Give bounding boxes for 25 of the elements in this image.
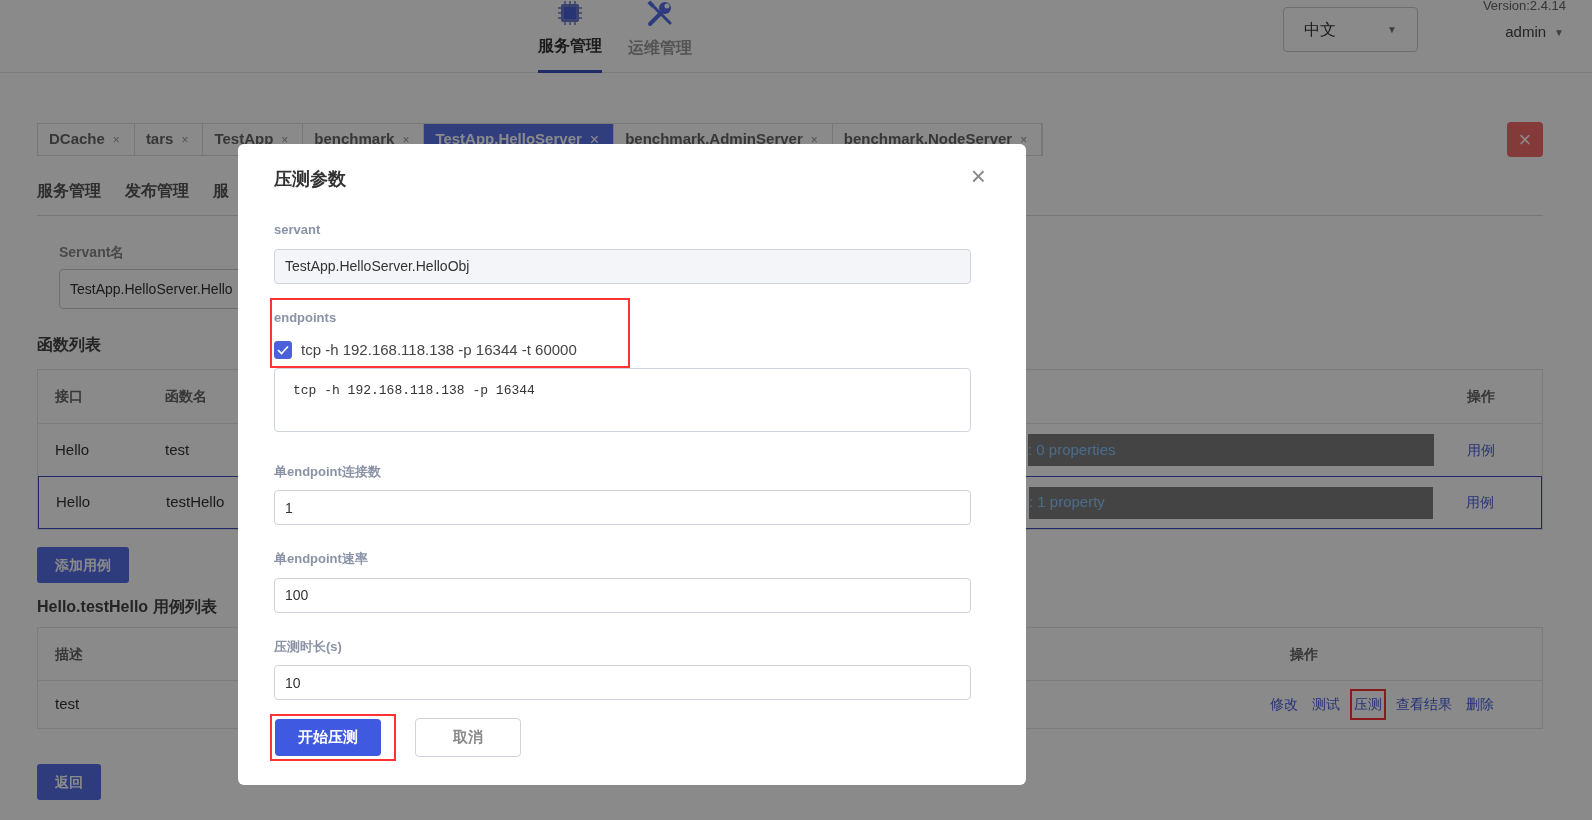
field-label: 压测时长(s) [274,637,343,656]
dialog-title: 压测参数 [274,168,347,191]
field-label: servant [274,221,322,239]
caret-icon: ▼ [1554,24,1564,40]
checkbox-label: tcp -h 192.168.118.138 -p 16344 -t 60000 [301,340,577,360]
table-cell-text: Hello [56,492,91,513]
table-cell-text: test [55,694,80,715]
column-header: 操作 [1467,387,1495,406]
field-label: 单endpoint连接数 [274,462,382,481]
column-header: 操作 [1290,644,1318,664]
column-header: 接口 [55,387,83,406]
field-label: Servant名 [59,243,126,262]
version-text: Version:2.4.14 [1482,0,1566,15]
field-label: 单endpoint速率 [274,550,369,568]
field-label: endpoints [274,308,338,327]
params-bar: : 0 properties [1028,434,1434,466]
table-cell-text: Hello [55,439,90,460]
table-cell-text: test [165,439,190,460]
section-title: Hello.testHello 用例列表 [37,597,217,617]
table-cell-text: testHello [166,492,225,513]
column-header: 函数名 [165,387,207,406]
params-bar: : 1 property [1029,486,1433,519]
column-header: 描述 [55,644,83,664]
caret-icon: ▼ [1387,22,1397,37]
section-title: 函数列表 [37,335,101,355]
